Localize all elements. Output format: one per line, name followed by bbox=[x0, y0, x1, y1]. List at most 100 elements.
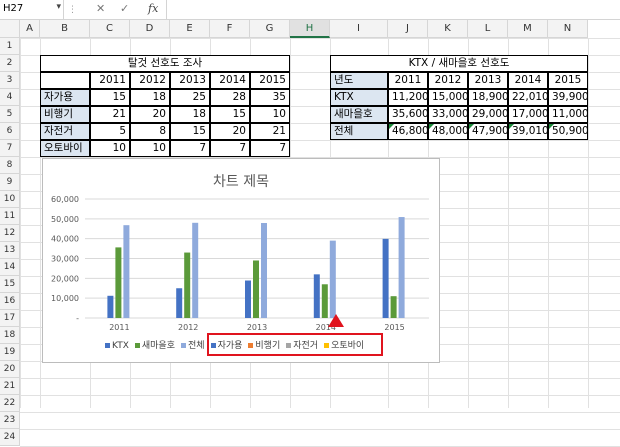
table1-cell[interactable]: 10 bbox=[90, 140, 130, 157]
table2-cell[interactable]: 15,000 bbox=[428, 89, 468, 106]
column-header[interactable]: H bbox=[290, 20, 330, 38]
row-header[interactable]: 1 bbox=[0, 38, 20, 55]
table1-year-header[interactable]: 2014 bbox=[210, 72, 250, 89]
table1-cell[interactable]: 10 bbox=[250, 106, 290, 123]
table1-cell[interactable]: 20 bbox=[210, 123, 250, 140]
table2-header-label[interactable]: 년도 bbox=[330, 72, 388, 89]
table1-cell[interactable]: 7 bbox=[210, 140, 250, 157]
table1-year-header[interactable]: 2013 bbox=[170, 72, 210, 89]
table1-cell[interactable]: 10 bbox=[130, 140, 170, 157]
table2-cell[interactable]: 17,000 bbox=[508, 106, 548, 123]
row-header[interactable]: 7 bbox=[0, 140, 20, 157]
formula-input[interactable] bbox=[166, 0, 620, 19]
table1-cell[interactable]: 25 bbox=[170, 89, 210, 106]
column-header[interactable]: D bbox=[130, 20, 170, 38]
table2-cell[interactable]: 11,200 bbox=[388, 89, 428, 106]
column-header[interactable]: M bbox=[508, 20, 548, 38]
table1-cell[interactable]: 7 bbox=[250, 140, 290, 157]
legend-item[interactable]: 새마을호 bbox=[134, 338, 175, 351]
row-header[interactable]: 10 bbox=[0, 191, 20, 208]
insert-function-icon[interactable]: fx bbox=[148, 2, 158, 15]
table2-year-header[interactable]: 2011 bbox=[388, 72, 428, 89]
chevron-down-icon[interactable]: ▾ bbox=[56, 2, 61, 12]
table1-year-header[interactable]: 2011 bbox=[90, 72, 130, 89]
table1-cell[interactable]: 15 bbox=[170, 123, 210, 140]
table1-row-label[interactable]: 자가용 bbox=[40, 89, 90, 106]
table2-cell[interactable]: 29,000 bbox=[468, 106, 508, 123]
table2-cell[interactable]: 22,010 bbox=[508, 89, 548, 106]
table2-title[interactable]: KTX / 새마을호 선호도 bbox=[330, 55, 588, 72]
table1-header-empty[interactable] bbox=[40, 72, 90, 89]
legend-item[interactable]: KTX bbox=[105, 341, 129, 351]
table2-year-header[interactable]: 2014 bbox=[508, 72, 548, 89]
row-header[interactable]: 13 bbox=[0, 242, 20, 259]
table1-title[interactable]: 탈것 선호도 조사 bbox=[40, 55, 290, 72]
table1-cell[interactable]: 15 bbox=[210, 106, 250, 123]
row-header[interactable]: 4 bbox=[0, 89, 20, 106]
row-header[interactable]: 8 bbox=[0, 157, 20, 174]
column-header[interactable]: N bbox=[548, 20, 588, 38]
table1-cell[interactable]: 8 bbox=[130, 123, 170, 140]
table1-cell[interactable]: 18 bbox=[170, 106, 210, 123]
column-header[interactable]: G bbox=[250, 20, 290, 38]
table2-cell[interactable]: 50,900 bbox=[548, 123, 588, 140]
table1-cell[interactable]: 18 bbox=[130, 89, 170, 106]
row-header[interactable]: 6 bbox=[0, 123, 20, 140]
table2-row-label[interactable]: 전체 bbox=[330, 123, 388, 140]
row-header[interactable]: 20 bbox=[0, 361, 20, 378]
row-header[interactable]: 15 bbox=[0, 276, 20, 293]
table1-cell[interactable]: 28 bbox=[210, 89, 250, 106]
row-header[interactable]: 9 bbox=[0, 174, 20, 191]
table2-cell[interactable]: 39,900 bbox=[548, 89, 588, 106]
table2-cell[interactable]: 48,000 bbox=[428, 123, 468, 140]
column-header[interactable]: B bbox=[40, 20, 90, 38]
row-header[interactable]: 2 bbox=[0, 55, 20, 72]
row-header[interactable]: 19 bbox=[0, 344, 20, 361]
row-header[interactable]: 21 bbox=[0, 378, 20, 395]
table1-cell[interactable]: 21 bbox=[250, 123, 290, 140]
table1-cell[interactable]: 20 bbox=[130, 106, 170, 123]
table1-cell[interactable]: 21 bbox=[90, 106, 130, 123]
row-header[interactable]: 24 bbox=[0, 429, 20, 446]
table1-cell[interactable]: 15 bbox=[90, 89, 130, 106]
table2-row-label[interactable]: KTX bbox=[330, 89, 388, 106]
table1-year-header[interactable]: 2015 bbox=[250, 72, 290, 89]
table2-cell[interactable]: 35,600 bbox=[388, 106, 428, 123]
table2-year-header[interactable]: 2015 bbox=[548, 72, 588, 89]
cancel-icon[interactable]: ✕ bbox=[96, 2, 105, 15]
column-header[interactable]: F bbox=[210, 20, 250, 38]
row-header[interactable]: 17 bbox=[0, 310, 20, 327]
row-header[interactable]: 5 bbox=[0, 106, 20, 123]
table2-row-label[interactable]: 새마을호 bbox=[330, 106, 388, 123]
table1-row-label[interactable]: 오토바이 bbox=[40, 140, 90, 157]
table1-cell[interactable]: 5 bbox=[90, 123, 130, 140]
row-header[interactable]: 12 bbox=[0, 225, 20, 242]
table2-cell[interactable]: 39,010 bbox=[508, 123, 548, 140]
column-header[interactable]: E bbox=[170, 20, 210, 38]
table1-cell[interactable]: 7 bbox=[170, 140, 210, 157]
table2-cell[interactable]: 11,000 bbox=[548, 106, 588, 123]
row-header[interactable]: 14 bbox=[0, 259, 20, 276]
table1-row-label[interactable]: 자전거 bbox=[40, 123, 90, 140]
table2-cell[interactable]: 47,900 bbox=[468, 123, 508, 140]
row-header[interactable]: 11 bbox=[0, 208, 20, 225]
legend-item[interactable]: 전체 bbox=[181, 338, 205, 351]
row-header[interactable]: 18 bbox=[0, 327, 20, 344]
table2-cell[interactable]: 46,800 bbox=[388, 123, 428, 140]
row-header[interactable]: 23 bbox=[0, 412, 20, 429]
table2-year-header[interactable]: 2013 bbox=[468, 72, 508, 89]
confirm-icon[interactable]: ✓ bbox=[120, 2, 129, 15]
name-box[interactable]: H27 ▾ bbox=[0, 0, 64, 19]
column-header[interactable]: C bbox=[90, 20, 130, 38]
column-header[interactable]: A bbox=[20, 20, 40, 38]
row-header[interactable]: 16 bbox=[0, 293, 20, 310]
table1-year-header[interactable]: 2012 bbox=[130, 72, 170, 89]
column-header[interactable]: J bbox=[388, 20, 428, 38]
table2-cell[interactable]: 33,000 bbox=[428, 106, 468, 123]
select-all-corner[interactable] bbox=[0, 20, 20, 38]
row-header[interactable]: 3 bbox=[0, 72, 20, 89]
table1-row-label[interactable]: 비행기 bbox=[40, 106, 90, 123]
table1-cell[interactable]: 35 bbox=[250, 89, 290, 106]
table2-cell[interactable]: 18,900 bbox=[468, 89, 508, 106]
row-header[interactable]: 22 bbox=[0, 395, 20, 412]
